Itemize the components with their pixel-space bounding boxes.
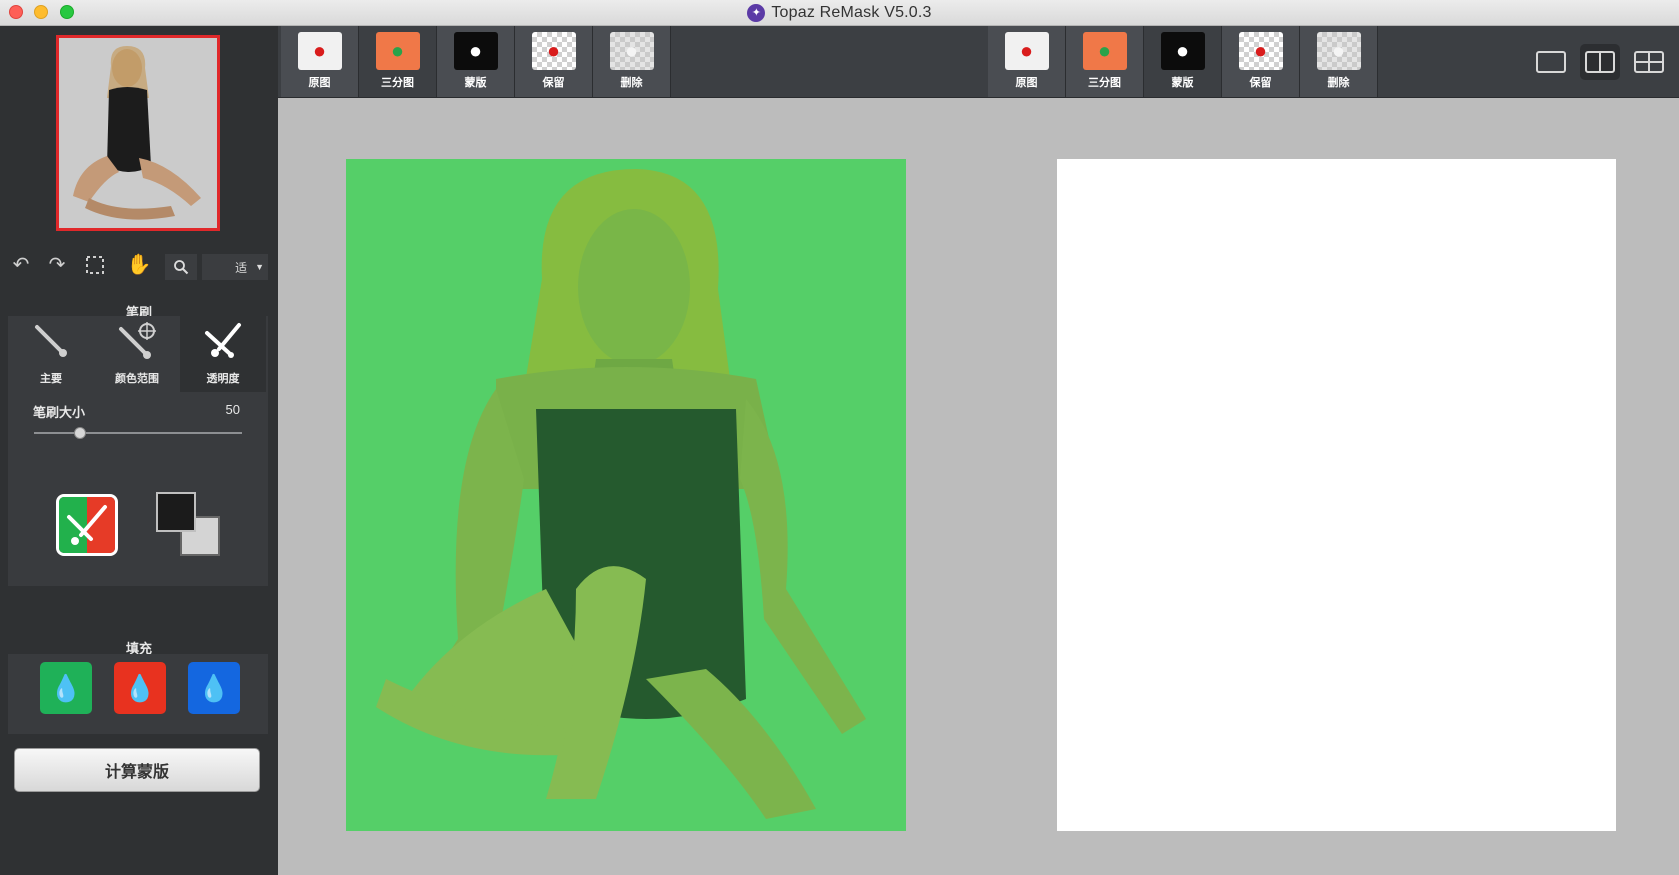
thumbnail-photo [59,38,217,228]
right-view-original-button[interactable]: ● 原图 [988,26,1066,97]
app-logo-icon: ✦ [747,4,766,22]
left-view-original-button[interactable]: ● 原图 [281,26,359,97]
zoom-level-select[interactable]: 适 ▼ [202,254,268,280]
brush-size-slider[interactable] [34,427,242,439]
view-button-label: 原图 [308,77,331,89]
keep-erase-brush-icon [67,505,107,545]
brush-tab-main[interactable]: 主要 [8,316,94,392]
canvas-area[interactable] [278,98,1679,875]
apple-original-icon: ● [1004,32,1049,70]
brush-size-slider-handle[interactable] [73,427,86,439]
apple-trimap-icon: ● [375,32,420,70]
right-view-trimap-button[interactable]: ● 三分图 [1066,26,1144,97]
apple-mask-icon: ● [1160,32,1205,70]
right-view-keep-button[interactable]: ● 保留 [1222,26,1300,97]
apple-mask-icon: ● [453,32,498,70]
split-view-layout-icon[interactable] [1580,44,1620,80]
view-button-label: 保留 [1249,77,1272,89]
color-range-brush-icon [119,322,156,359]
canvas-tools: ↶ ↷ ✋ 适 ▼ [0,246,278,284]
fill-compute-icon[interactable]: 💧 [188,662,240,714]
left-view-mask-button[interactable]: ● 蒙版 [437,26,515,97]
fill-panel: 💧 💧 💧 [8,654,268,734]
brush-tab-color-range[interactable]: 颜色范围 [94,316,180,392]
right-view-mask-button[interactable]: ● 蒙版 [1144,26,1222,97]
apple-keep-icon: ● [1238,32,1283,70]
view-button-label: 保留 [542,77,565,89]
apple-trimap-icon: ● [1082,32,1127,70]
brush-tab-label: 颜色范围 [115,373,159,385]
fill-keep-icon[interactable]: 💧 [40,662,92,714]
foreground-color-swatch[interactable] [156,492,196,532]
apple-keep-icon: ● [531,32,576,70]
redo-icon[interactable]: ↷ [44,252,70,278]
main-brush-icon [35,325,67,357]
view-button-label: 蒙版 [464,77,487,89]
trimap-preview-image[interactable] [346,159,906,831]
title-bar: ✦ Topaz ReMask V5.0.3 [0,0,1679,26]
right-view-delete-button[interactable]: ● 删除 [1300,26,1378,97]
view-toolbar: ● 原图 ● 三分图 ● 蒙版 ● 保留 ● 删除 ● 原图 ● 三分图 ● 蒙… [278,26,1679,98]
window-title: Topaz ReMask V5.0.3 [771,4,932,21]
brush-size-value: 50 [225,402,240,417]
chevron-down-icon: ▼ [255,262,264,272]
view-button-label: 删除 [620,77,643,89]
mask-preview-image[interactable] [1057,159,1616,831]
brush-tab-label: 主要 [40,373,62,385]
sidebar: ↶ ↷ ✋ 适 ▼ 笔刷 主要 颜色范围 透明度 笔刷大小 50 填充 💧 💧 … [0,26,278,875]
left-view-keep-button[interactable]: ● 保留 [515,26,593,97]
green-overlay-photo [346,159,906,831]
view-button-label: 三分图 [381,77,414,89]
left-view-trimap-button[interactable]: ● 三分图 [359,26,437,97]
compute-mask-button[interactable]: 计算蒙版 [14,748,260,792]
single-view-layout-icon[interactable] [1531,44,1571,80]
apple-original-icon: ● [297,32,342,70]
keep-erase-toggle-button[interactable] [56,494,118,556]
left-view-delete-button[interactable]: ● 删除 [593,26,671,97]
color-swap-widget[interactable] [156,492,222,558]
fill-erase-icon[interactable]: 💧 [114,662,166,714]
navigator-thumbnail[interactable] [56,35,220,231]
undo-icon[interactable]: ↶ [8,252,34,278]
marquee-select-icon[interactable] [82,252,108,278]
hand-pan-icon[interactable]: ✋ [126,252,152,278]
brush-panel: 主要 颜色范围 透明度 笔刷大小 50 [8,316,268,586]
brush-tab-label: 透明度 [206,373,240,385]
view-button-label: 删除 [1327,77,1350,89]
apple-delete-icon: ● [1316,32,1361,70]
quad-view-layout-icon[interactable] [1629,44,1669,80]
apple-delete-icon: ● [609,32,654,70]
zoom-level-value: 适 [235,260,248,275]
zoom-icon[interactable] [165,254,197,280]
view-button-label: 原图 [1015,77,1038,89]
brush-size-label: 笔刷大小 [33,405,86,420]
view-button-label: 三分图 [1088,77,1121,89]
brush-tab-transparency[interactable]: 透明度 [180,316,266,392]
transparency-brush-icon [205,323,241,358]
view-button-label: 蒙版 [1171,77,1194,89]
